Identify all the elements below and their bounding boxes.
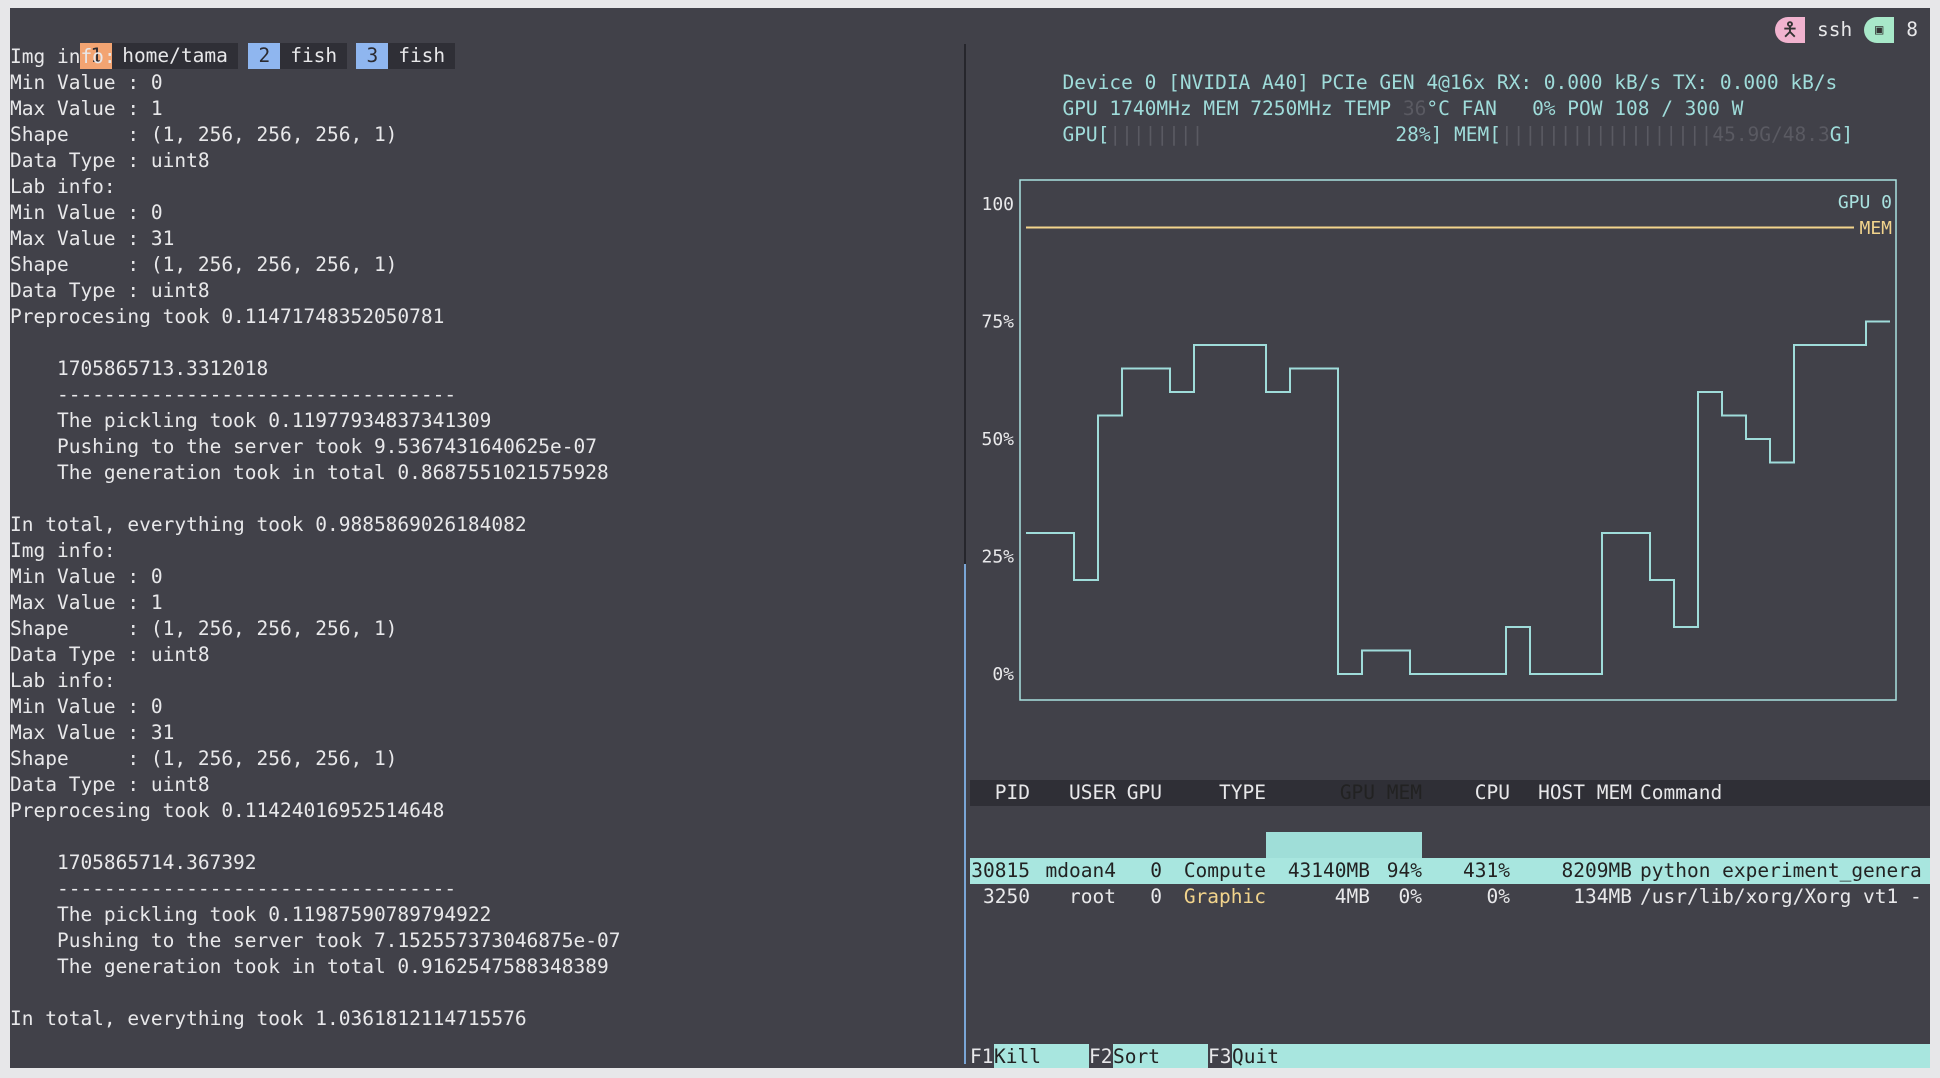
output-line: 1705865713.3312018 xyxy=(10,357,269,380)
process-gpu: 0 xyxy=(1150,859,1162,882)
process-row[interactable]: 30815 mdoan4 0 Compute 43140MB 94% 431% 8209MB p… xyxy=(970,858,1930,884)
output-line: In total, everything took 0.988586902618… xyxy=(10,513,527,536)
fn-key-quit[interactable]: F3 xyxy=(1208,1044,1232,1068)
output-line: Shape : (1, 256, 256, 256, 1) xyxy=(10,253,398,276)
output-line: Data Type : uint8 xyxy=(10,773,210,796)
process-cpu: 431% xyxy=(1463,859,1510,882)
process-gpct: 94% xyxy=(1386,859,1422,882)
process-type: Graphic xyxy=(1183,885,1266,908)
process-pid: 30815 xyxy=(971,859,1030,882)
output-line: Img info: xyxy=(10,45,116,68)
output-line: Min Value : 0 xyxy=(10,565,163,588)
nvtop-pane[interactable]: Device 0 [NVIDIA A40] PCIe GEN 4@16x RX:… xyxy=(970,44,1930,1068)
output-line: Min Value : 0 xyxy=(10,71,163,94)
session-count: 8 xyxy=(1906,18,1918,41)
output-line: The pickling took 0.11987590789794922 xyxy=(10,903,492,926)
series-line-0 xyxy=(1026,320,1890,675)
legend-entry: GPU 0 xyxy=(1838,192,1892,213)
y-tick-label: 100 xyxy=(981,194,1014,215)
process-type: Compute xyxy=(1183,859,1266,882)
fn-key-kill[interactable]: F1 xyxy=(970,1044,994,1068)
process-table[interactable]: PID USER GPU TYPE GPU MEM CPU HOST MEM Command … xyxy=(970,728,1930,910)
output-line: Preprocesing took 0.11471748352050781 xyxy=(10,305,445,328)
column-header[interactable]: USER xyxy=(1040,780,1116,806)
process-pid: 3250 xyxy=(983,885,1030,908)
output-line: Img info: xyxy=(10,539,116,562)
y-tick-label: 75% xyxy=(981,312,1014,333)
process-hmem: 134MB xyxy=(1573,885,1632,908)
output-line: Max Value : 1 xyxy=(10,97,163,120)
process-row[interactable]: 3250 root 0 Graphic 4MB 0% 0% 134MB/usr/lib/xor… xyxy=(970,884,1930,910)
process-gpct: 0% xyxy=(1398,885,1422,908)
terminal-icon: ▣ xyxy=(1864,17,1895,43)
process-cmd: /usr/lib/xorg/Xorg vt1 - xyxy=(1640,885,1922,908)
process-user: root xyxy=(1069,885,1116,908)
fn-label-kill[interactable]: Kill xyxy=(994,1044,1089,1068)
output-line: 1705865714.367392 xyxy=(10,851,257,874)
process-gmem: 4MB xyxy=(1334,885,1370,908)
process-cmd: python experiment_genera xyxy=(1640,859,1922,882)
column-header[interactable]: TYPE xyxy=(1170,780,1266,806)
output-line: Data Type : uint8 xyxy=(10,643,210,666)
host-label: ssh xyxy=(1817,18,1853,41)
gpu-usage-chart: 0% 25% 50% 75% 100 GPU 0 MEM xyxy=(981,179,1897,701)
column-header[interactable]: GPU MEM xyxy=(1266,780,1422,806)
output-line: Max Value : 31 xyxy=(10,721,175,744)
output-line: Shape : (1, 256, 256, 256, 1) xyxy=(10,123,398,146)
output-line: Pushing to the server took 7.15255737304… xyxy=(10,929,621,952)
output-line: Data Type : uint8 xyxy=(10,279,210,302)
output-line: Lab info: xyxy=(10,669,116,692)
output-line: The generation took in total 0.868755102… xyxy=(10,461,609,484)
pane-divider-active xyxy=(964,564,966,1064)
y-tick-label: 50% xyxy=(981,429,1014,450)
output-line: ---------------------------------- xyxy=(10,877,457,900)
output-line: Preprocesing took 0.11424016952514648 xyxy=(10,799,445,822)
output-line: Data Type : uint8 xyxy=(10,149,210,172)
column-header[interactable]: CPU xyxy=(1440,780,1510,806)
output-line: Lab info: xyxy=(10,175,116,198)
output-line: Shape : (1, 256, 256, 256, 1) xyxy=(10,617,398,640)
function-key-bar: F1 Kill F2 Sort F3 Quit xyxy=(970,1044,1930,1068)
output-line: Max Value : 1 xyxy=(10,591,163,614)
fn-label-quit[interactable]: Quit xyxy=(1232,1044,1327,1068)
column-header[interactable]: HOST MEM xyxy=(1518,780,1632,806)
fn-key-sort[interactable]: F2 xyxy=(1089,1044,1113,1068)
output-line: Max Value : 31 xyxy=(10,227,175,250)
column-header[interactable]: Command xyxy=(1640,780,1930,806)
process-gpu: 0 xyxy=(1150,885,1162,908)
y-tick-label: 0% xyxy=(992,664,1014,685)
output-line: The pickling took 0.11977934837341309 xyxy=(10,409,492,432)
process-table-header: PID USER GPU TYPE GPU MEM CPU HOST MEM Command xyxy=(970,780,1930,858)
output-line: In total, everything took 1.036181211471… xyxy=(10,1007,527,1030)
output-line: Min Value : 0 xyxy=(10,201,163,224)
legend-entry: MEM xyxy=(1859,218,1892,239)
y-tick-label: 25% xyxy=(981,547,1014,568)
process-user: mdoan4 xyxy=(1045,859,1116,882)
output-line: The generation took in total 0.916254758… xyxy=(10,955,609,978)
sort-column-highlight xyxy=(1266,832,1422,858)
left-pane-output[interactable]: Img info: Min Value : 0 Max Value : 1 Shape… xyxy=(10,44,968,1068)
output-line: Min Value : 0 xyxy=(10,695,163,718)
fn-label-sort[interactable]: Sort xyxy=(1113,1044,1208,1068)
person-icon: 🯅 xyxy=(1775,17,1806,43)
output-line: ---------------------------------- xyxy=(10,383,457,406)
output-line: Shape : (1, 256, 256, 256, 1) xyxy=(10,747,398,770)
process-hmem: 8209MB xyxy=(1561,859,1632,882)
process-gmem: 43140MB xyxy=(1287,859,1370,882)
status-right: 🯅 ssh ▣ 8 xyxy=(1775,17,1930,43)
tab-3[interactable]: 3 fish xyxy=(286,17,456,69)
output-line: Pushing to the server took 9.53674316406… xyxy=(10,435,597,458)
column-header[interactable]: GPU xyxy=(1120,780,1162,806)
column-header[interactable]: PID xyxy=(970,780,1030,806)
process-cpu: 0% xyxy=(1486,885,1510,908)
tmux-status-bar: 1 home/tama 2 fish 3 fish 🯅 ssh ▣ 8 xyxy=(10,17,1930,69)
terminal-window[interactable]: 1 home/tama 2 fish 3 fish 🯅 ssh ▣ 8 Img info: M… xyxy=(10,8,1930,1068)
